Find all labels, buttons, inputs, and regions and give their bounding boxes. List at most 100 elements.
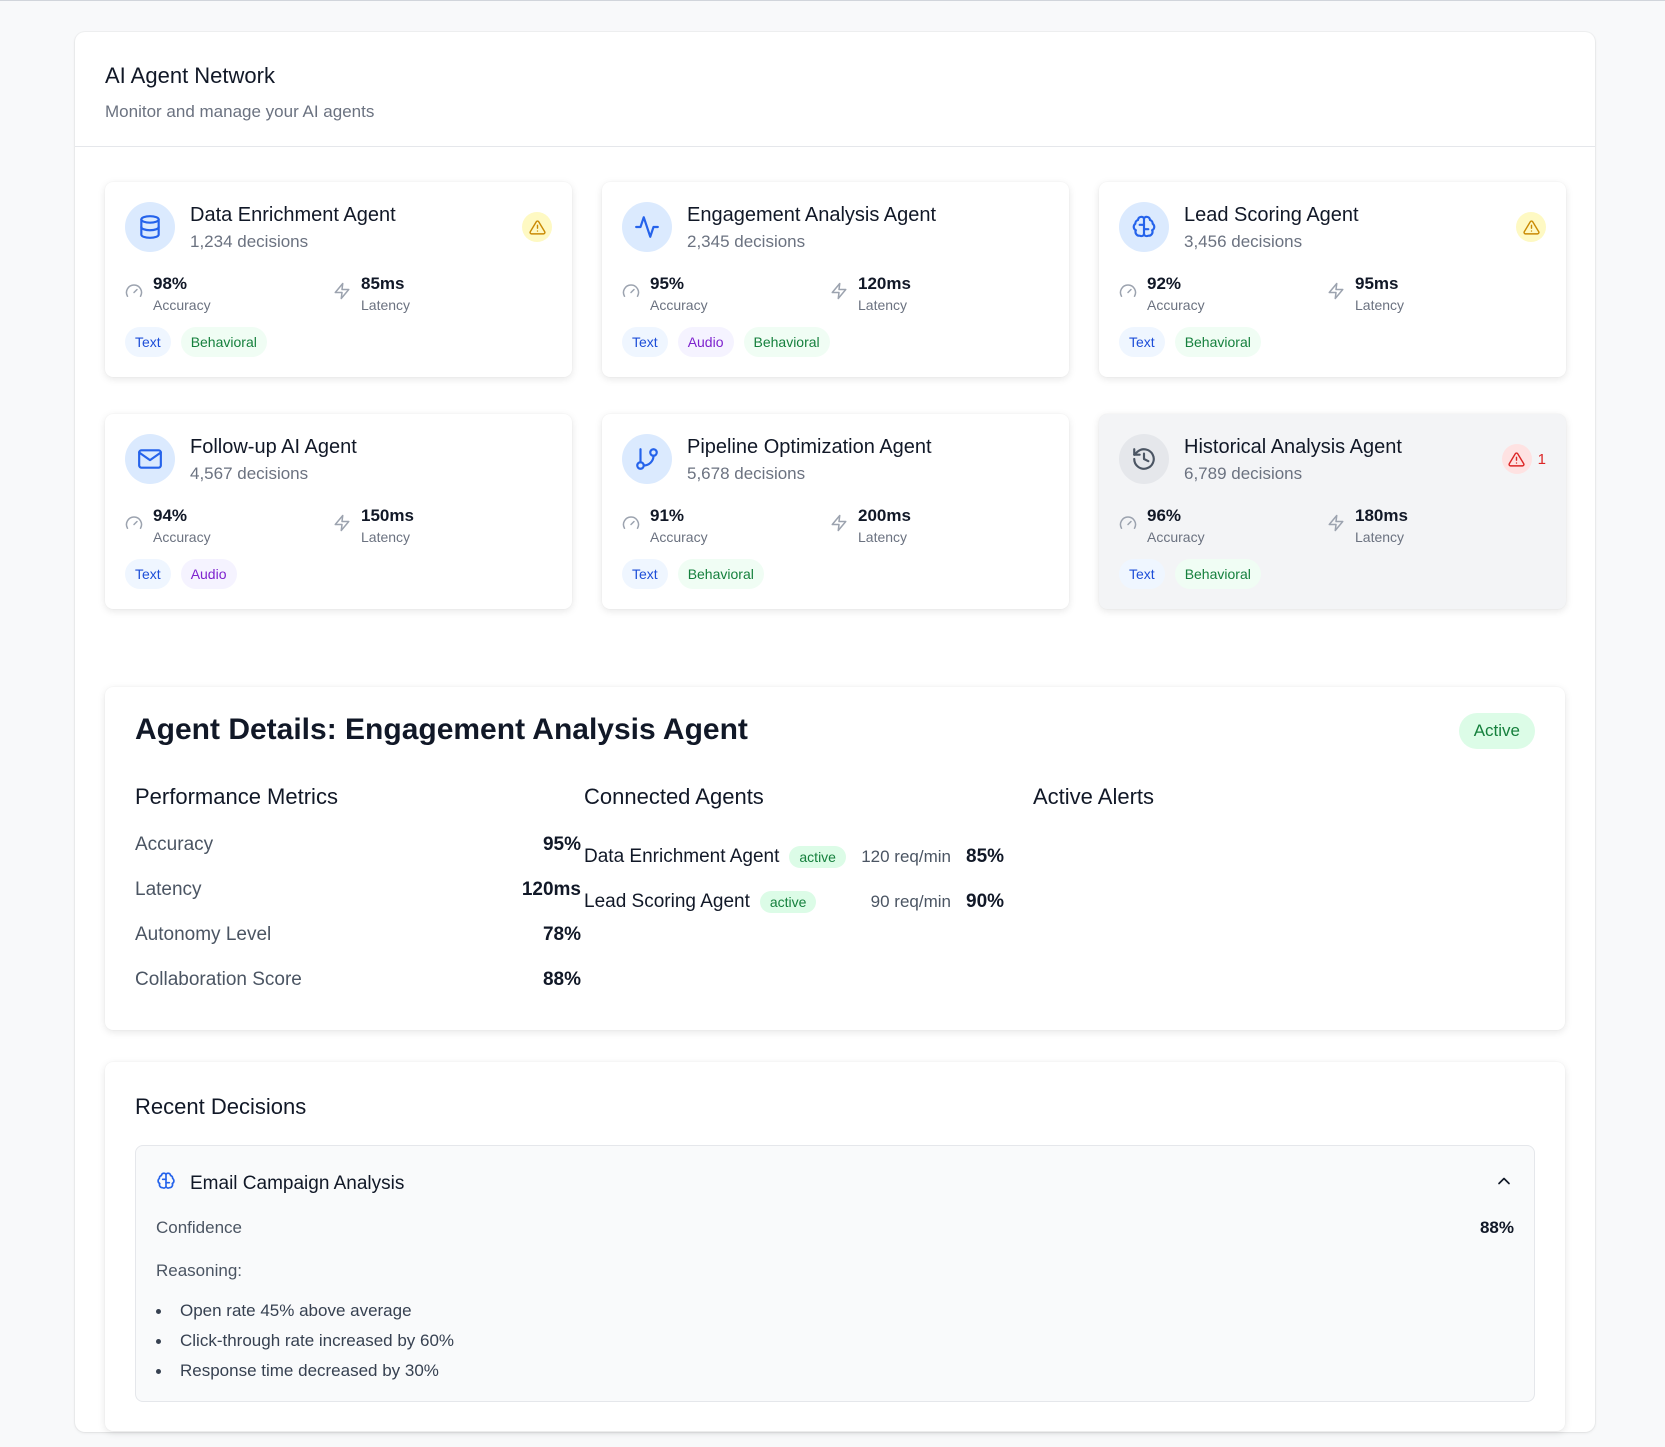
latency-metric: 95ms Latency (1327, 274, 1404, 313)
accuracy-label: Accuracy (1147, 297, 1205, 313)
gauge-icon (1119, 282, 1137, 305)
zap-icon (333, 514, 351, 537)
agent-name: Data Enrichment Agent (190, 204, 396, 226)
latency-metric: 85ms Latency (333, 274, 410, 313)
connected-agents: Connected Agents Data Enrichment Agent ac… (584, 784, 1004, 924)
metric-label: Accuracy (135, 834, 214, 855)
agent-details-panel: Agent Details: Engagement Analysis Agent… (105, 687, 1565, 1030)
connection-status-badge: active (789, 845, 846, 868)
brain-icon (156, 1171, 176, 1196)
agent-card[interactable]: Lead Scoring Agent 3,456 decisions 92% Accu… (1099, 182, 1566, 377)
status-badge: Active (1458, 713, 1535, 749)
agent-name: Pipeline Optimization Agent (687, 436, 932, 458)
tag-text: Text (622, 327, 668, 357)
connected-agent-name: Lead Scoring Agent (584, 890, 750, 912)
page-subtitle: Monitor and manage your AI agents (105, 102, 375, 121)
connected-heading: Connected Agents (584, 784, 764, 809)
accuracy-value: 98% (153, 274, 188, 293)
tag-list: Text Behavioral (622, 559, 764, 589)
alert-triangle-icon (1501, 444, 1532, 474)
tag-text: Text (125, 559, 171, 589)
latency-value: 85ms (361, 274, 405, 293)
zap-icon (1327, 282, 1345, 305)
accuracy-metric: 95% Accuracy (622, 274, 708, 313)
agent-name: Follow-up AI Agent (190, 436, 357, 458)
accuracy-metric: 91% Accuracy (622, 506, 708, 545)
accuracy-label: Accuracy (650, 297, 708, 313)
tag-behavioral: Behavioral (677, 559, 764, 589)
agent-decisions: 2,345 decisions (687, 232, 806, 251)
latency-value: 95ms (1355, 274, 1399, 293)
mail-icon (125, 434, 175, 484)
gauge-icon (1119, 514, 1137, 537)
zap-icon (830, 514, 848, 537)
agent-name: Engagement Analysis Agent (687, 204, 937, 226)
reasoning-list: Open rate 45% above average Click-throug… (156, 1296, 454, 1386)
metric-row: Autonomy Level 78% (135, 924, 581, 969)
tag-text: Text (1119, 559, 1165, 589)
accuracy-metric: 96% Accuracy (1119, 506, 1205, 545)
chevron-up-icon[interactable] (1494, 1171, 1514, 1196)
connected-agent-name: Data Enrichment Agent (584, 845, 780, 867)
tag-list: Text Behavioral (1119, 327, 1261, 357)
connected-agent-row[interactable]: Data Enrichment Agent active 120 req/min 85… (584, 834, 1004, 879)
zap-icon (1327, 514, 1345, 537)
reason-item: Response time decreased by 30% (156, 1356, 454, 1386)
accuracy-value: 92% (1147, 274, 1182, 293)
reason-item: Click-through rate increased by 60% (156, 1326, 454, 1356)
agent-name: Historical Analysis Agent (1184, 436, 1402, 458)
performance-heading: Performance Metrics (135, 784, 338, 809)
latency-label: Latency (1355, 297, 1405, 313)
agent-card[interactable]: Engagement Analysis Agent 2,345 decisions… (602, 182, 1069, 377)
accuracy-label: Accuracy (650, 529, 708, 545)
latency-value: 120ms (858, 274, 911, 293)
agent-card[interactable]: Pipeline Optimization Agent 5,678 decisio… (602, 414, 1069, 609)
decision-title: Email Campaign Analysis (190, 1172, 405, 1194)
gauge-icon (125, 514, 143, 537)
metric-row: Accuracy 95% (135, 834, 581, 879)
metric-value: 120ms (521, 879, 581, 900)
brain-icon (1119, 202, 1169, 252)
latency-metric: 120ms Latency (830, 274, 911, 313)
request-rate: 90 req/min (870, 891, 951, 911)
latency-label: Latency (361, 297, 411, 313)
gauge-icon (622, 282, 640, 305)
agent-decisions: 4,567 decisions (190, 464, 309, 483)
agent-card[interactable]: Follow-up AI Agent 4,567 decisions 94% Accu… (105, 414, 572, 609)
latency-label: Latency (858, 297, 908, 313)
tag-audio: Audio (180, 559, 237, 589)
recent-heading: Recent Decisions (135, 1094, 307, 1119)
latency-label: Latency (858, 529, 908, 545)
tag-list: Text Audio Behavioral (622, 327, 830, 357)
agent-decisions: 5,678 decisions (687, 464, 806, 483)
alert-badge: 1 (1501, 444, 1546, 474)
decision-header[interactable]: Email Campaign Analysis (156, 1171, 404, 1196)
alert-count: 1 (1537, 450, 1546, 468)
agent-card[interactable]: Historical Analysis Agent 6,789 decisions… (1099, 414, 1566, 609)
latency-metric: 180ms Latency (1327, 506, 1408, 545)
metric-value: 78% (542, 924, 581, 945)
top-border (0, 0, 1665, 1)
latency-metric: 200ms Latency (830, 506, 911, 545)
active-alerts: Active Alerts (1033, 784, 1479, 834)
agent-name: Lead Scoring Agent (1184, 204, 1359, 226)
tag-list: Text Behavioral (125, 327, 267, 357)
accuracy-metric: 94% Accuracy (125, 506, 211, 545)
recent-decisions-panel: Recent Decisions Email Campaign Analysis… (105, 1062, 1565, 1431)
accuracy-value: 95% (650, 274, 685, 293)
tag-list: Text Audio (125, 559, 237, 589)
latency-label: Latency (361, 529, 411, 545)
request-rate: 120 req/min (861, 846, 951, 866)
tag-text: Text (622, 559, 668, 589)
accuracy-label: Accuracy (153, 529, 211, 545)
metric-value: 88% (542, 969, 581, 990)
connected-agent-row[interactable]: Lead Scoring Agent active 90 req/min 90% (584, 879, 1004, 924)
confidence-label: Confidence (156, 1218, 243, 1237)
tag-behavioral: Behavioral (180, 327, 267, 357)
connection-percent: 90% (966, 890, 1005, 912)
agent-card[interactable]: Data Enrichment Agent 1,234 decisions 98% A… (105, 182, 572, 377)
connection-percent: 85% (966, 845, 1005, 867)
accuracy-metric: 98% Accuracy (125, 274, 211, 313)
panel-header: AI Agent Network Monitor and manage your… (75, 32, 1595, 147)
git-branch-icon (622, 434, 672, 484)
